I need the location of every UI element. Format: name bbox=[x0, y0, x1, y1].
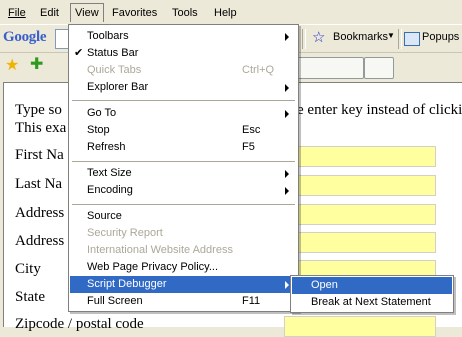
submenu-arrow-icon bbox=[285, 170, 289, 178]
toolbar-separator bbox=[302, 29, 306, 49]
menu-separator bbox=[72, 100, 295, 101]
menu-view[interactable]: View bbox=[70, 3, 104, 22]
first-name-label: First Na bbox=[15, 147, 64, 163]
menu-item-full-screen[interactable]: Full Screen F11 bbox=[70, 293, 297, 310]
menu-item-international-address: International Website Address bbox=[87, 244, 233, 256]
popups-button[interactable]: Popups bbox=[422, 31, 459, 43]
submenu-arrow-icon bbox=[285, 84, 289, 92]
submenu-arrow-icon bbox=[285, 281, 289, 289]
menu-item-explorer-bar[interactable]: Explorer Bar bbox=[70, 79, 297, 96]
bookmarks-button[interactable]: Bookmarks bbox=[333, 31, 388, 43]
intro-text-right: e enter key instead of clickin bbox=[297, 102, 462, 118]
city-label: City bbox=[15, 261, 41, 277]
zipcode-field[interactable] bbox=[284, 316, 436, 337]
menu-item-refresh[interactable]: Refresh F5 bbox=[70, 139, 297, 156]
tab[interactable] bbox=[292, 57, 364, 79]
popup-blocker-icon[interactable] bbox=[404, 32, 420, 46]
submenu-arrow-icon bbox=[285, 187, 289, 195]
menu-item-encoding[interactable]: Encoding bbox=[70, 182, 297, 199]
view-menu: Toolbars ✔ Status Bar Quick Tabs Ctrl+Q … bbox=[68, 24, 299, 312]
menu-bar: File Edit View Favorites Tools Help bbox=[0, 0, 462, 24]
submenu-item-open[interactable]: Open bbox=[292, 277, 452, 294]
last-name-label: Last Na bbox=[15, 176, 63, 192]
menu-item-quick-tabs: Quick Tabs Ctrl+Q bbox=[87, 64, 275, 76]
chevron-down-icon[interactable]: ▼ bbox=[387, 31, 395, 40]
menu-item-privacy-policy[interactable]: Web Page Privacy Policy... bbox=[70, 259, 297, 276]
intro-text-line2: This exa bbox=[15, 120, 67, 136]
google-logo[interactable]: Google bbox=[3, 29, 47, 46]
toolbar-separator bbox=[398, 29, 402, 49]
address2-label: Address bbox=[15, 233, 65, 249]
menu-separator bbox=[72, 161, 295, 162]
intro-text: Type so bbox=[15, 102, 62, 118]
menu-item-source[interactable]: Source bbox=[70, 208, 297, 225]
address-label: Address bbox=[15, 205, 65, 221]
new-tab-button[interactable] bbox=[364, 57, 394, 79]
address-field[interactable] bbox=[284, 204, 436, 225]
bookmark-star-icon[interactable]: ☆ bbox=[312, 29, 325, 47]
submenu-arrow-icon bbox=[285, 33, 289, 41]
menu-item-stop[interactable]: Stop Esc bbox=[70, 122, 297, 139]
favorites-star-icon[interactable]: ★ bbox=[5, 57, 19, 75]
address2-field[interactable] bbox=[284, 232, 436, 253]
menu-file[interactable]: File bbox=[4, 4, 30, 22]
menu-favorites[interactable]: Favorites bbox=[108, 4, 161, 22]
first-name-field[interactable] bbox=[284, 146, 436, 167]
menu-item-script-debugger[interactable]: Script Debugger bbox=[70, 276, 297, 293]
checkmark-icon: ✔ bbox=[74, 47, 84, 59]
google-logo-text: Google bbox=[3, 29, 47, 45]
menu-item-security-report: Security Report bbox=[87, 227, 163, 239]
menu-item-text-size[interactable]: Text Size bbox=[70, 165, 297, 182]
add-favorite-icon[interactable]: ✚ bbox=[30, 56, 43, 74]
menu-item-toolbars[interactable]: Toolbars bbox=[70, 28, 297, 45]
menu-item-status-bar[interactable]: ✔ Status Bar bbox=[70, 45, 297, 62]
menu-tools[interactable]: Tools bbox=[168, 4, 202, 22]
submenu-arrow-icon bbox=[285, 110, 289, 118]
last-name-field[interactable] bbox=[284, 175, 436, 196]
submenu-item-break-next[interactable]: Break at Next Statement bbox=[292, 294, 452, 311]
zipcode-label: Zipcode / postal code bbox=[15, 316, 144, 332]
menu-edit[interactable]: Edit bbox=[36, 4, 63, 22]
menu-item-go-to[interactable]: Go To bbox=[70, 105, 297, 122]
menu-separator bbox=[72, 204, 295, 205]
state-label: State bbox=[15, 289, 45, 305]
menu-help[interactable]: Help bbox=[210, 4, 241, 22]
script-debugger-submenu: Open Break at Next Statement bbox=[290, 275, 454, 313]
